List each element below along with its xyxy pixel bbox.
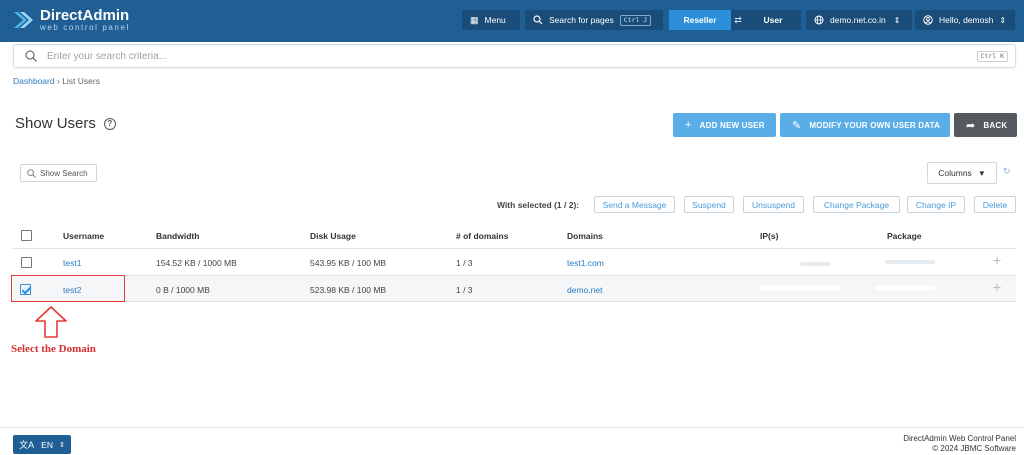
user-menu[interactable]: Hello, demosh ⇕: [915, 10, 1015, 30]
annotation-label: Select the Domain: [11, 343, 96, 355]
search-icon: [27, 168, 36, 178]
search-icon: [25, 50, 37, 62]
top-navbar: DirectAdmin web control panel ▦ Menu Sea…: [0, 0, 1024, 42]
domain-selector[interactable]: demo.net.co.in ⇕: [806, 10, 912, 30]
updown-chevron-icon: ⇕: [58, 441, 65, 449]
bandwidth-value: 0 B / 1000 MB: [156, 285, 210, 295]
search-input[interactable]: [47, 49, 847, 64]
help-icon[interactable]: ?: [103, 117, 116, 130]
domain-count-value: 1 / 3: [456, 258, 473, 268]
disk-usage-value: 523.98 KB / 100 MB: [310, 285, 387, 295]
redacted-ip: [800, 262, 830, 266]
redacted-package: [875, 286, 935, 290]
role-reseller-button[interactable]: Reseller: [669, 10, 731, 30]
show-search-button[interactable]: Show Search: [20, 164, 97, 182]
language-selector[interactable]: 文A EN ⇕: [13, 435, 71, 454]
page-title: Show Users ?: [15, 115, 116, 132]
logo-chevron-icon: [14, 12, 33, 28]
global-search-bar: Ctrl K: [13, 44, 1016, 68]
updown-chevron-icon: ⇕: [893, 15, 901, 25]
modify-user-data-button[interactable]: ✎ MODIFY YOUR OWN USER DATA: [780, 113, 950, 137]
role-user-button[interactable]: User: [745, 10, 801, 30]
send-message-button[interactable]: Send a Message: [594, 196, 675, 213]
search-shortcut: Ctrl K: [976, 51, 1008, 62]
col-bandwidth[interactable]: Bandwidth: [156, 231, 199, 241]
select-all-checkbox[interactable]: [21, 230, 32, 241]
plus-icon: +: [685, 119, 692, 131]
brand-logo[interactable]: DirectAdmin web control panel: [12, 8, 130, 32]
brand-name: DirectAdmin: [40, 7, 130, 24]
translate-icon: 文A: [19, 440, 35, 450]
delete-button[interactable]: Delete: [974, 196, 1016, 213]
col-domains[interactable]: Domains: [567, 231, 603, 241]
refresh-icon[interactable]: ↻: [1003, 166, 1011, 177]
search-icon: [533, 15, 543, 25]
menu-button[interactable]: ▦ Menu: [462, 10, 520, 30]
suspend-button[interactable]: Suspend: [684, 196, 734, 213]
globe-icon: [814, 15, 824, 25]
breadcrumb-dashboard-link[interactable]: Dashboard: [13, 76, 55, 86]
user-icon: [923, 15, 933, 25]
expand-row-plus-icon[interactable]: +: [993, 279, 1001, 295]
brand-tagline: web control panel: [40, 23, 130, 32]
change-ip-button[interactable]: Change IP: [907, 196, 965, 213]
col-disk-usage[interactable]: Disk Usage: [310, 231, 356, 241]
annotation-up-arrow-icon: [35, 306, 67, 338]
swap-arrows-icon[interactable]: ⇄: [731, 10, 745, 30]
col-domain-count[interactable]: # of domains: [456, 231, 508, 241]
username-link[interactable]: test1: [63, 258, 81, 268]
col-username[interactable]: Username: [63, 231, 104, 241]
columns-dropdown[interactable]: Columns ▼: [927, 162, 997, 184]
redacted-package: [885, 260, 935, 264]
annotation-highlight-box: [11, 275, 125, 302]
add-new-user-button[interactable]: + ADD NEW USER: [673, 113, 776, 137]
row-checkbox-test1[interactable]: [21, 257, 32, 268]
search-pages-shortcut: Ctrl J: [619, 14, 652, 26]
col-package[interactable]: Package: [887, 231, 922, 241]
breadcrumb: Dashboard › List Users: [13, 76, 100, 86]
caret-down-icon: ▼: [977, 168, 986, 178]
disk-usage-value: 543.95 KB / 100 MB: [310, 258, 387, 268]
unsuspend-button[interactable]: Unsuspend: [743, 196, 804, 213]
expand-row-plus-icon[interactable]: +: [993, 252, 1001, 268]
redacted-ip: [760, 286, 840, 290]
role-switcher[interactable]: Reseller ⇄ User: [669, 10, 801, 30]
pencil-icon: ✎: [792, 119, 802, 132]
change-package-button[interactable]: Change Package: [813, 196, 900, 213]
domain-link[interactable]: demo.net: [567, 285, 602, 295]
breadcrumb-current: List Users: [62, 76, 100, 86]
back-button[interactable]: ➦ BACK: [954, 113, 1017, 137]
share-arrow-icon: ➦: [966, 119, 976, 132]
with-selected-label: With selected (1 / 2):: [497, 200, 580, 210]
domain-link[interactable]: test1.com: [567, 258, 604, 268]
domain-count-value: 1 / 3: [456, 285, 473, 295]
search-pages-button[interactable]: Search for pages Ctrl J: [525, 10, 663, 30]
col-ips[interactable]: IP(s): [760, 231, 778, 241]
bandwidth-value: 154.52 KB / 1000 MB: [156, 258, 237, 268]
grid-icon: ▦: [470, 14, 479, 25]
footer-copyright: DirectAdmin Web Control Panel © 2024 JBM…: [903, 434, 1016, 453]
updown-chevron-icon: ⇕: [999, 15, 1007, 25]
breadcrumb-separator: ›: [56, 76, 60, 86]
